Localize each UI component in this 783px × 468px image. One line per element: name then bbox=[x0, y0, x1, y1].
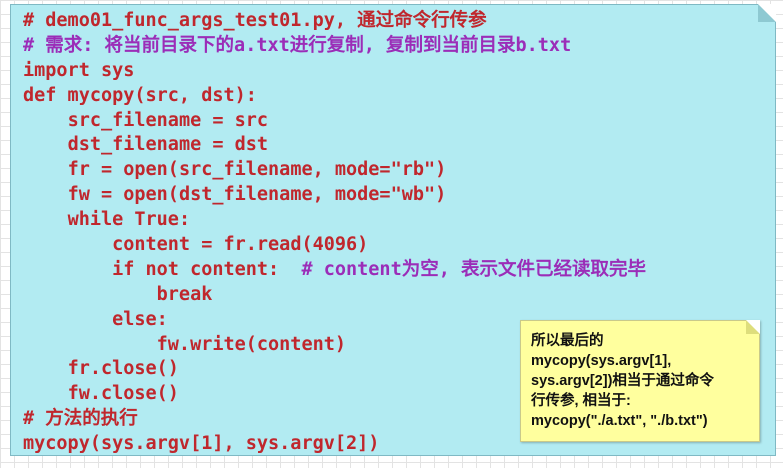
code-line: dst_filename = dst bbox=[23, 133, 646, 158]
note-line: mycopy("./a.txt", "./b.txt") bbox=[531, 413, 708, 429]
code-line: fw = open(dst_filename, mode="wb") bbox=[23, 183, 646, 208]
code-text: mycopy(sys.argv[1], sys.argv[2]) bbox=[23, 433, 380, 455]
slide: # demo01_func_args_test01.py, 通过命令行传参 # 需… bbox=[0, 0, 783, 468]
code-line: break bbox=[23, 283, 646, 308]
code-line: content = fr.read(4096) bbox=[23, 233, 646, 258]
code-text: def mycopy(src, dst): bbox=[23, 84, 257, 106]
code-line: if not content: # content为空, 表示文件已经读取完毕 bbox=[23, 258, 646, 283]
code-text: content = fr.read(4096) bbox=[112, 234, 369, 256]
code-line: fr = open(src_filename, mode="rb") bbox=[23, 158, 646, 183]
code-text: import sys bbox=[23, 59, 135, 81]
code-text: fw.write(content) bbox=[156, 333, 347, 355]
note-text: 所以最后的 mycopy(sys.argv[1], sys.argv[2])相当… bbox=[531, 331, 714, 431]
code-text: break bbox=[156, 283, 213, 305]
code-text: # demo01_func_args_test01.py, 通过命令行传参 bbox=[23, 10, 487, 31]
note-line: mycopy(sys.argv[1], bbox=[531, 353, 672, 369]
sticky-note: 所以最后的 mycopy(sys.argv[1], sys.argv[2])相当… bbox=[520, 320, 760, 442]
code-text: else: bbox=[112, 308, 168, 330]
code-text: if not content: bbox=[112, 258, 302, 280]
code-line: src_filename = src bbox=[23, 109, 646, 134]
code-text: fw = open(dst_filename, mode="wb") bbox=[67, 184, 447, 206]
code-text: fr = open(src_filename, mode="rb") bbox=[67, 159, 447, 181]
code-comment: # content为空, 表示文件已经读取完毕 bbox=[301, 258, 646, 280]
code-line: def mycopy(src, dst): bbox=[23, 84, 646, 109]
code-text: fr.close() bbox=[67, 358, 179, 380]
code-line: while True: bbox=[23, 208, 646, 233]
note-line: 所以最后的 bbox=[531, 333, 604, 349]
folded-corner bbox=[758, 4, 776, 22]
code-text: src_filename = src bbox=[67, 109, 269, 131]
note-line: 行传参, 相当于: bbox=[531, 393, 631, 409]
code-text: # 方法的执行 bbox=[23, 408, 138, 430]
note-folded-corner bbox=[746, 320, 760, 334]
code-comment: # 需求: 将当前目录下的a.txt进行复制, 复制到当前目录b.txt bbox=[23, 34, 572, 56]
code-text: fw.close() bbox=[67, 383, 179, 405]
code-line: import sys bbox=[23, 59, 646, 84]
note-line: sys.argv[2])相当于通过命令 bbox=[531, 373, 714, 389]
code-text: dst_filename = dst bbox=[67, 134, 269, 156]
code-line: # demo01_func_args_test01.py, 通过命令行传参 bbox=[23, 9, 646, 34]
code-line: # 需求: 将当前目录下的a.txt进行复制, 复制到当前目录b.txt bbox=[23, 34, 646, 59]
code-text: while True: bbox=[67, 209, 191, 231]
